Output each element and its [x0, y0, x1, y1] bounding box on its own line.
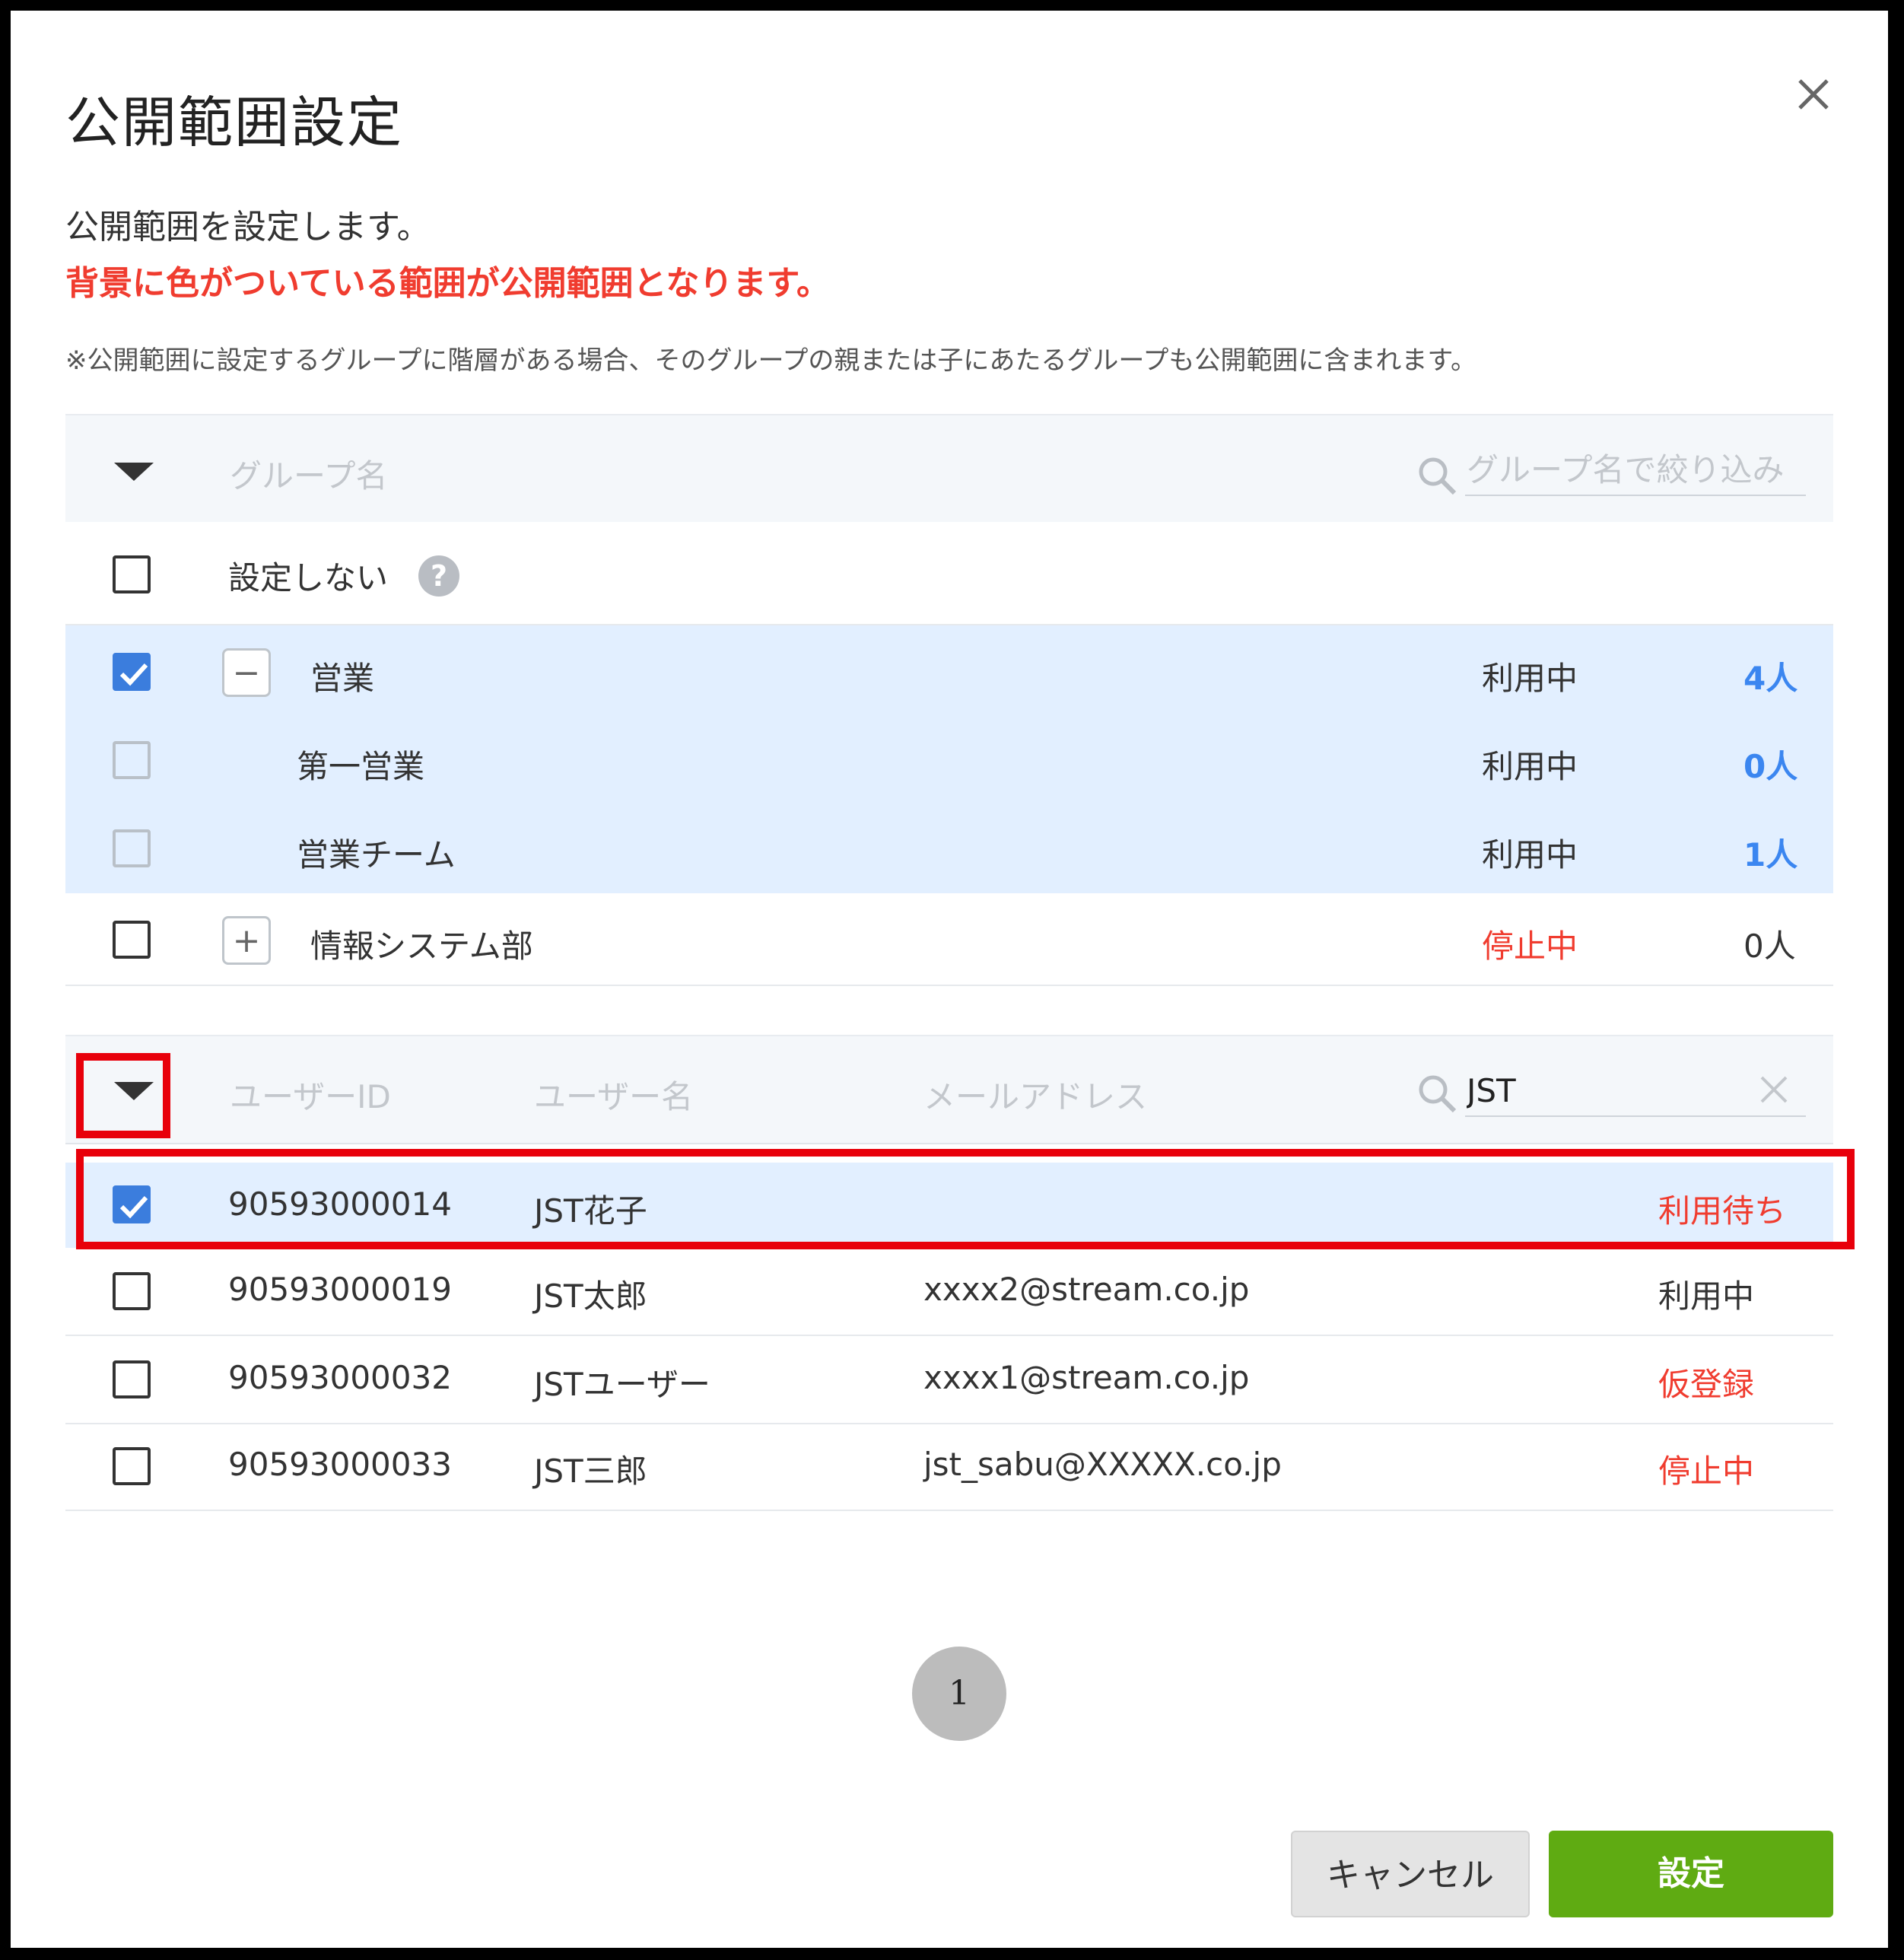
user-status: 停止中 — [1658, 1452, 1755, 1490]
submit-button[interactable]: 設定 — [1549, 1831, 1833, 1917]
user-table-header: ユーザーID ユーザー名 メールアドレス — [65, 1035, 1833, 1144]
checkbox[interactable] — [113, 1272, 151, 1310]
group-name: 営業チーム — [297, 836, 456, 873]
checkbox[interactable] — [113, 555, 151, 593]
group-name: 第一営業 — [297, 748, 425, 785]
annotation-highlight-row — [76, 1149, 1855, 1249]
user-name: JSTユーザー — [534, 1366, 710, 1403]
minus-icon: − — [232, 654, 261, 692]
user-id-column-header: ユーザーID — [230, 1078, 391, 1115]
group-table-header: グループ名 — [65, 414, 1833, 523]
user-search-wrap — [1465, 1067, 1806, 1117]
group-member-count[interactable]: 4人 — [1743, 653, 1798, 699]
page-1-button[interactable]: 1 — [912, 1647, 1006, 1741]
search-icon — [1416, 1073, 1459, 1118]
highlight-notice: 背景に色がついている範囲が公開範囲となります。 — [65, 264, 830, 303]
user-name-column-header: ユーザー名 — [534, 1078, 694, 1115]
search-icon — [1416, 455, 1459, 501]
plus-icon: + — [232, 921, 261, 960]
caret-down-icon[interactable] — [114, 463, 154, 481]
group-member-count[interactable]: 1人 — [1743, 829, 1798, 876]
user-row: 90593000032 JSTユーザー xxxx1@stream.co.jp 仮… — [65, 1336, 1833, 1424]
checkbox[interactable] — [113, 741, 151, 779]
group-search-wrap — [1465, 446, 1806, 496]
dialog-title: 公開範囲設定 — [65, 91, 404, 154]
check-icon — [119, 663, 148, 686]
user-status: 仮登録 — [1658, 1366, 1755, 1403]
checkbox-checked[interactable] — [113, 653, 151, 691]
clear-icon[interactable] — [1757, 1073, 1791, 1106]
group-search-input[interactable] — [1465, 447, 1803, 492]
group-status: 利用中 — [1482, 660, 1578, 697]
user-email: jst_sabu@XXXXX.co.jp — [923, 1446, 1282, 1483]
email-column-header: メールアドレス — [923, 1078, 1148, 1115]
group-row: + 情報システム部 停止中 0人 — [65, 893, 1833, 986]
group-row: 第一営業 利用中 0人 — [65, 717, 1833, 805]
help-icon[interactable]: ? — [418, 555, 459, 597]
group-status: 利用中 — [1482, 836, 1578, 873]
group-row: − 営業 利用中 4人 — [65, 625, 1833, 717]
group-row: 営業チーム 利用中 1人 — [65, 805, 1833, 893]
user-id: 90593000019 — [228, 1271, 452, 1308]
cancel-button[interactable]: キャンセル — [1291, 1831, 1530, 1917]
user-row: 90593000019 JST太郎 xxxx2@stream.co.jp 利用中 — [65, 1248, 1833, 1336]
group-member-count[interactable]: 0人 — [1743, 741, 1798, 788]
user-name: JST三郎 — [534, 1452, 647, 1490]
annotation-highlight-caret — [76, 1053, 170, 1138]
group-name: 営業 — [310, 660, 375, 697]
group-name: 情報システム部 — [310, 928, 533, 965]
description: 公開範囲を設定します。 — [65, 208, 431, 247]
checkbox[interactable] — [113, 1447, 151, 1485]
collapse-toggle[interactable]: − — [222, 648, 271, 697]
checkbox[interactable] — [113, 1360, 151, 1398]
user-email: xxxx2@stream.co.jp — [923, 1271, 1250, 1308]
user-status: 利用中 — [1658, 1278, 1755, 1315]
group-status: 停止中 — [1482, 928, 1578, 965]
user-name: JST太郎 — [534, 1278, 647, 1315]
user-row: 90593000033 JST三郎 jst_sabu@XXXXX.co.jp 停… — [65, 1424, 1833, 1511]
visibility-settings-dialog: 公開範囲設定 公開範囲を設定します。 背景に色がついている範囲が公開範囲となりま… — [11, 11, 1888, 1948]
user-email: xxxx1@stream.co.jp — [923, 1359, 1250, 1396]
group-status: 利用中 — [1482, 748, 1578, 785]
group-name-column-header: グループ名 — [230, 457, 388, 495]
user-id: 90593000033 — [228, 1446, 452, 1483]
close-icon[interactable] — [1791, 72, 1836, 117]
group-row-none: 設定しない ? — [65, 522, 1833, 625]
user-search-input[interactable] — [1465, 1068, 1742, 1112]
expand-toggle[interactable]: + — [222, 916, 271, 965]
group-name: 設定しない — [228, 559, 389, 597]
checkbox[interactable] — [113, 921, 151, 959]
group-member-count: 0人 — [1743, 928, 1796, 965]
user-id: 90593000032 — [228, 1359, 452, 1396]
hierarchy-note: ※公開範囲に設定するグループに階層がある場合、そのグループの親または子にあたるグ… — [65, 345, 1476, 376]
checkbox[interactable] — [113, 829, 151, 867]
